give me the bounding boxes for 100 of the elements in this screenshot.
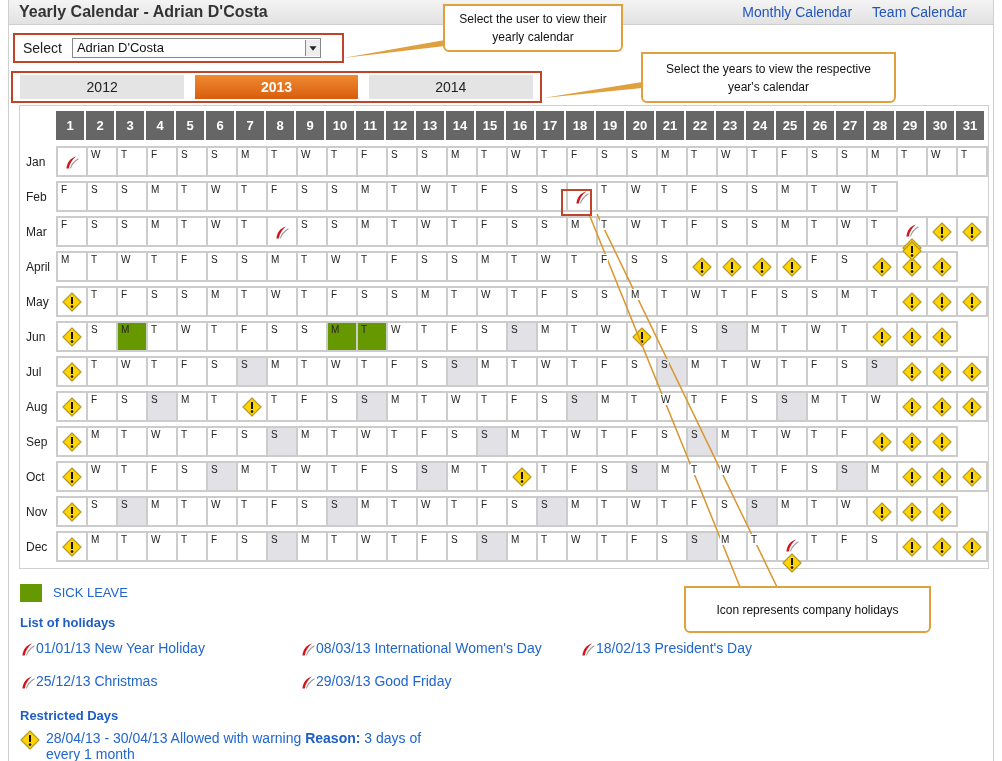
day-cell: W (718, 148, 748, 175)
day-cell: S (208, 253, 238, 280)
warning-icon (932, 256, 952, 277)
month-label: April (25, 258, 51, 276)
warning-icon (872, 501, 892, 522)
day-cell: M (808, 393, 838, 420)
day-cell: W (388, 323, 418, 350)
warning-icon (62, 291, 82, 312)
day-cell: S (88, 498, 118, 525)
day-cell: S (208, 463, 238, 490)
day-cell: F (118, 288, 148, 315)
day-cell: S (418, 463, 448, 490)
day-cell: S (598, 148, 628, 175)
day-cell: S (508, 323, 538, 350)
day-number-header: 22 (686, 111, 714, 140)
day-cell: W (178, 323, 208, 350)
day-cell: T (868, 218, 898, 245)
day-cell: S (118, 218, 148, 245)
warning-icon (962, 536, 982, 557)
day-cell: M (508, 428, 538, 455)
day-cell: F (148, 148, 178, 175)
day-cell: W (628, 218, 658, 245)
day-cell: W (358, 533, 388, 560)
day-cell: F (508, 393, 538, 420)
day-cell: T (358, 323, 388, 350)
day-cell: M (658, 148, 688, 175)
day-cell: S (298, 323, 328, 350)
day-cell: S (388, 288, 418, 315)
day-cell: F (388, 358, 418, 385)
day-cell: T (178, 183, 208, 210)
holiday-link[interactable]: 01/01/13 New Year Holiday (36, 638, 205, 659)
holiday-link[interactable]: 08/03/13 International Women's Day (316, 638, 542, 659)
user-dropdown[interactable]: Adrian D'Costa (71, 38, 321, 58)
day-cell: M (838, 288, 868, 315)
day-cell: S (178, 288, 208, 315)
day-cell: S (598, 288, 628, 315)
warning-icon (932, 396, 952, 417)
holiday-link[interactable]: 29/03/13 Good Friday (316, 671, 452, 692)
day-cell: F (748, 288, 778, 315)
day-number-header: 11 (356, 111, 384, 140)
day-cell: T (838, 393, 868, 420)
year-tab[interactable]: 2014 (368, 75, 533, 99)
day-cell: F (358, 463, 388, 490)
month-label: Nov (25, 503, 49, 521)
day-cell: S (718, 183, 748, 210)
day-cell: F (598, 358, 628, 385)
day-cell: T (388, 218, 418, 245)
day-cell: S (628, 148, 658, 175)
day-number-header: 1 (56, 111, 84, 140)
day-cell: S (628, 358, 658, 385)
day-number-header: 24 (746, 111, 774, 140)
highlight-frame (561, 189, 592, 216)
holiday-link[interactable]: 18/02/13 President's Day (596, 638, 752, 659)
day-cell: M (358, 218, 388, 245)
year-tab[interactable]: 2012 (20, 75, 185, 99)
day-cell: W (328, 253, 358, 280)
month-label: Feb (25, 188, 48, 206)
day-cell: W (628, 183, 658, 210)
holiday-link[interactable]: 25/12/13 Christmas (36, 671, 158, 692)
day-cell: S (598, 463, 628, 490)
holiday-icon (904, 222, 920, 238)
day-cell: M (118, 323, 148, 350)
nav-link[interactable]: Monthly Calendar (742, 1, 853, 23)
day-cell: S (388, 463, 418, 490)
day-cell: T (748, 533, 778, 560)
day-cell: T (568, 323, 598, 350)
day-cell: F (478, 218, 508, 245)
day-number-header: 27 (836, 111, 864, 140)
day-cell: T (538, 533, 568, 560)
year-tab[interactable]: 2013 (195, 75, 358, 99)
day-cell: S (148, 393, 178, 420)
warning-icon (902, 256, 922, 277)
day-cell: T (508, 253, 538, 280)
day-cell: M (568, 218, 598, 245)
day-cell: W (658, 393, 688, 420)
day-cell: F (568, 463, 598, 490)
warning-icon (902, 466, 922, 487)
day-cell: W (88, 148, 118, 175)
day-cell: T (808, 428, 838, 455)
warning-icon (242, 396, 262, 417)
day-cell: M (208, 288, 238, 315)
day-cell: T (598, 533, 628, 560)
day-cell: T (748, 148, 778, 175)
month-label: Dec (25, 538, 49, 556)
day-number-header: 7 (236, 111, 264, 140)
restricted-day-text: 28/04/13 - 30/04/13 Allowed with warning Reason: 3 days of every 1 month (46, 729, 423, 761)
day-cell: S (238, 358, 268, 385)
day-cell: F (88, 393, 118, 420)
day-cell: M (718, 428, 748, 455)
day-cell: S (448, 428, 478, 455)
day-cell: W (838, 498, 868, 525)
select-label: Select (23, 38, 62, 58)
warning-icon (62, 536, 82, 557)
warning-icon (62, 361, 82, 382)
day-cell: M (868, 148, 898, 175)
nav-link[interactable]: Team Calendar (872, 1, 967, 23)
warning-icon (932, 466, 952, 487)
day-cell: W (298, 148, 328, 175)
day-cell: F (298, 393, 328, 420)
day-cell: T (808, 498, 838, 525)
